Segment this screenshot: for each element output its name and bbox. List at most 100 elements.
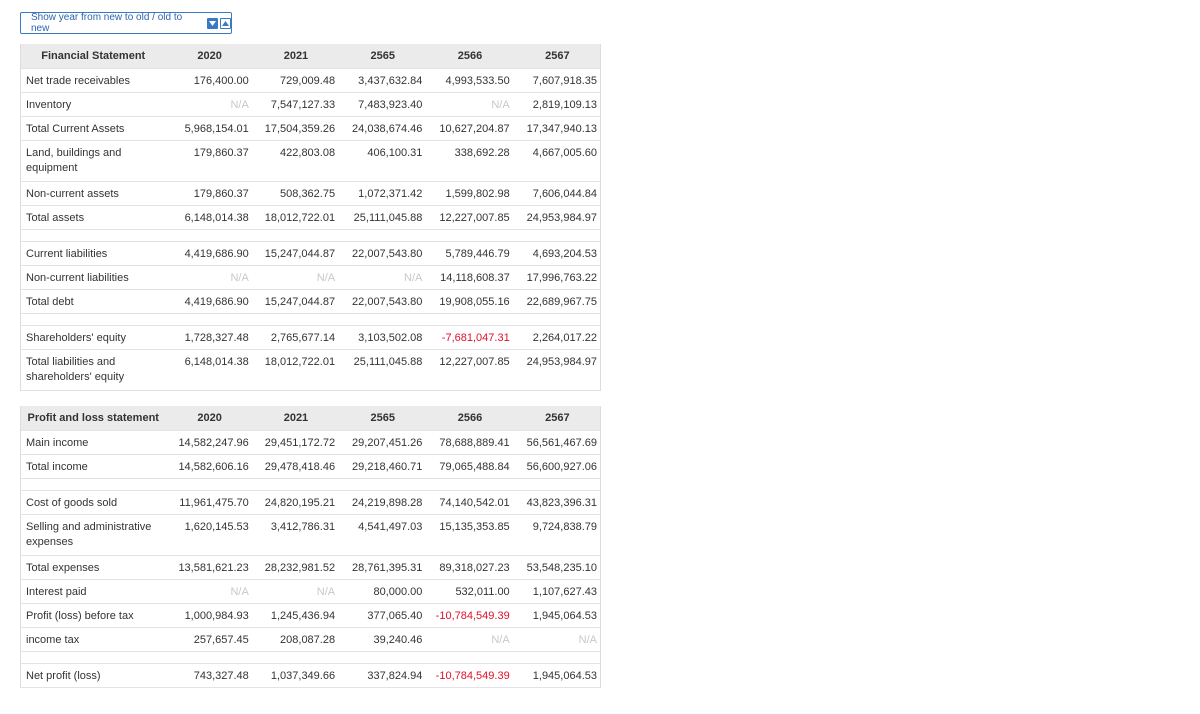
sort-up-icon[interactable] [220, 17, 231, 29]
table-header-row: Profit and loss statement 2020 2021 2565 256… [20, 406, 601, 431]
value-cell: 22,689,967.75 [513, 289, 601, 314]
value-cell: 14,118,608.37 [426, 265, 514, 290]
table-row: Non-current assets 179,860.37 508,362.75 1,… [20, 181, 601, 206]
value-cell: 17,347,940.13 [513, 116, 601, 141]
value-cell: 377,065.40 [339, 603, 427, 628]
value-cell: 6,148,014.38 [166, 349, 253, 391]
table-row: Non-current liabilities N/A N/A N/A 14,118,6… [20, 265, 601, 290]
value-cell: 729,009.48 [252, 68, 340, 93]
value-cell: 1,945,064.53 [513, 663, 601, 688]
value-cell: 11,961,475.70 [166, 490, 253, 515]
group-spacer [20, 478, 601, 491]
row-label: Interest paid [20, 579, 167, 604]
row-label: Total expenses [20, 555, 167, 580]
value-cell: N/A [513, 627, 601, 652]
row-label: Cost of goods sold [20, 490, 167, 515]
value-cell: 17,504,359.26 [252, 116, 340, 141]
table-row: Cost of goods sold 11,961,475.70 24,820,19… [20, 490, 601, 515]
value-cell: 1,945,064.53 [513, 603, 601, 628]
table-header-row: Financial Statement 2020 2021 2565 2566 2567 [20, 44, 601, 69]
header-label: Financial Statement [20, 44, 167, 69]
row-label: Net profit (loss) [20, 663, 167, 688]
table-row: Shareholders' equity 1,728,327.48 2,765,67… [20, 325, 601, 350]
row-label: Net trade receivables [20, 68, 167, 93]
value-cell: 24,953,984.97 [513, 349, 601, 391]
value-cell: 5,789,446.79 [426, 241, 514, 266]
header-year: 2021 [252, 44, 340, 69]
table-row: Inventory N/A 7,547,127.33 7,483,923.40 N/A 2… [20, 92, 601, 117]
value-cell: 12,227,007.85 [426, 349, 514, 391]
value-cell: 1,599,802.98 [426, 181, 514, 206]
table-row: Total liabilities and shareholders' equi… [20, 349, 601, 391]
table-row: Selling and administrative expenses 1,620… [20, 514, 601, 556]
value-cell: 14,582,247.96 [166, 430, 253, 455]
value-cell: 743,327.48 [166, 663, 253, 688]
sort-down-icon[interactable] [207, 17, 218, 29]
value-cell: 28,232,981.52 [252, 555, 340, 580]
value-cell: 13,581,621.23 [166, 555, 253, 580]
table-row: Land, buildings and equipment 179,860.37 4… [20, 140, 601, 182]
value-cell: 22,007,543.80 [339, 241, 427, 266]
value-cell: 422,803.08 [252, 140, 340, 182]
value-cell: 3,103,502.08 [339, 325, 427, 350]
group-spacer [20, 313, 601, 326]
value-cell: 257,657.45 [166, 627, 253, 652]
row-label: Profit (loss) before tax [20, 603, 167, 628]
table-row: Total Current Assets 5,968,154.01 17,504,3… [20, 116, 601, 141]
row-label: Non-current assets [20, 181, 167, 206]
value-cell: 29,478,418.46 [252, 454, 340, 479]
value-cell: 1,000,984.93 [166, 603, 253, 628]
value-cell: 1,728,327.48 [166, 325, 253, 350]
value-cell: N/A [252, 265, 340, 290]
value-cell: 4,693,204.53 [513, 241, 601, 266]
value-cell: 2,819,109.13 [513, 92, 601, 117]
value-cell: 7,606,044.84 [513, 181, 601, 206]
header-year: 2021 [252, 406, 340, 431]
value-cell: 179,860.37 [166, 181, 253, 206]
value-cell: 24,820,195.21 [252, 490, 340, 515]
value-cell: -7,681,047.31 [426, 325, 514, 350]
value-cell: 1,072,371.42 [339, 181, 427, 206]
value-cell: 29,218,460.71 [339, 454, 427, 479]
table-row: Current liabilities 4,419,686.90 15,247,04… [20, 241, 601, 266]
value-cell: 2,264,017.22 [513, 325, 601, 350]
table-row: Net trade receivables 176,400.00 729,009.4… [20, 68, 601, 93]
value-cell: 3,412,786.31 [252, 514, 340, 556]
value-cell: N/A [166, 579, 253, 604]
value-cell: 15,247,044.87 [252, 289, 340, 314]
balance-sheet-table: Financial Statement 2020 2021 2565 2566 2567 N… [20, 44, 601, 391]
value-cell: N/A [166, 265, 253, 290]
value-cell: 25,111,045.88 [339, 349, 427, 391]
value-cell: 15,135,353.85 [426, 514, 514, 556]
value-cell: 24,038,674.46 [339, 116, 427, 141]
value-cell: 79,065,488.84 [426, 454, 514, 479]
table-row: Total expenses 13,581,621.23 28,232,981.52… [20, 555, 601, 580]
value-cell: 28,761,395.31 [339, 555, 427, 580]
header-year: 2565 [339, 406, 427, 431]
header-year: 2565 [339, 44, 427, 69]
value-cell: 74,140,542.01 [426, 490, 514, 515]
value-cell: 78,688,889.41 [426, 430, 514, 455]
value-cell: N/A [252, 579, 340, 604]
row-label: Total income [20, 454, 167, 479]
row-label: Total debt [20, 289, 167, 314]
table-row: Total assets 6,148,014.38 18,012,722.01 25,… [20, 205, 601, 230]
value-cell: 6,148,014.38 [166, 205, 253, 230]
value-cell: 17,996,763.22 [513, 265, 601, 290]
value-cell: N/A [339, 265, 427, 290]
sort-year-toggle-button[interactable]: Show year from new to old / old to new [20, 12, 232, 34]
value-cell: 39,240.46 [339, 627, 427, 652]
table-row: Main income 14,582,247.96 29,451,172.72 29,… [20, 430, 601, 455]
header-year: 2020 [166, 44, 253, 69]
value-cell: 1,037,349.66 [252, 663, 340, 688]
value-cell: 406,100.31 [339, 140, 427, 182]
row-label: Shareholders' equity [20, 325, 167, 350]
value-cell: N/A [166, 92, 253, 117]
value-cell: 4,667,005.60 [513, 140, 601, 182]
row-label: Inventory [20, 92, 167, 117]
row-label: Total assets [20, 205, 167, 230]
value-cell: 338,692.28 [426, 140, 514, 182]
sort-year-toggle-label: Show year from new to old / old to new [31, 12, 183, 34]
value-cell: 1,107,627.43 [513, 579, 601, 604]
header-label: Profit and loss statement [20, 406, 167, 431]
